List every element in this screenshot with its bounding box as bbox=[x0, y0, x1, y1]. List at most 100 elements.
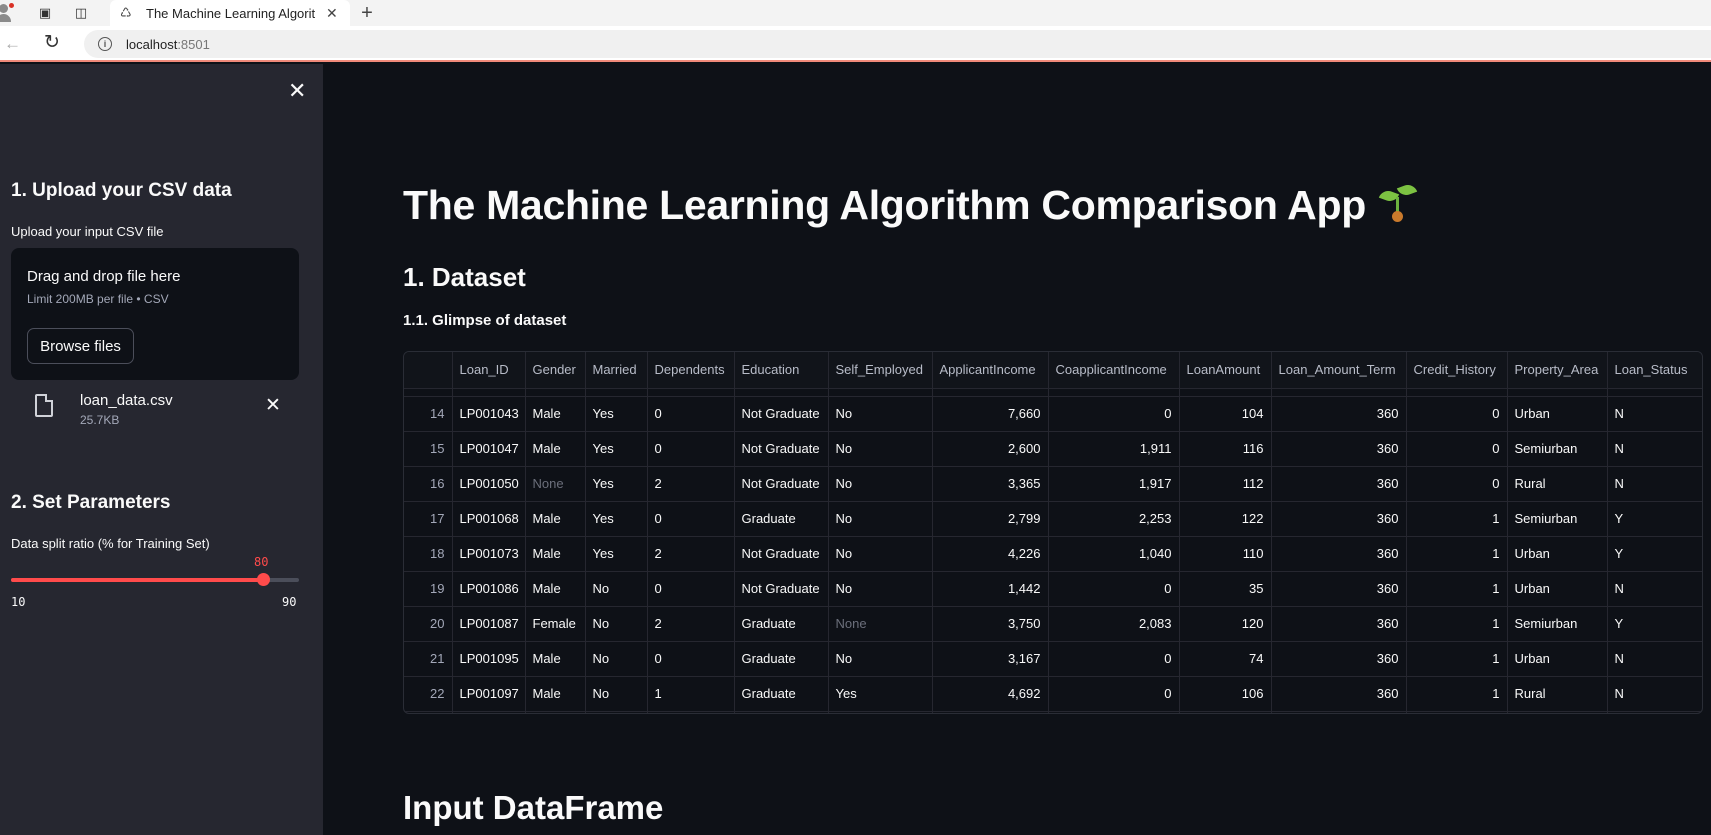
reload-icon[interactable]: ↻ bbox=[44, 31, 60, 54]
slider-label: Data split ratio (% for Training Set) bbox=[11, 536, 210, 551]
table-cell: 110 bbox=[1179, 536, 1272, 572]
table-cell: LP001073 bbox=[452, 536, 526, 572]
table-cell: 4,692 bbox=[932, 676, 1049, 712]
table-cell: LP001087 bbox=[452, 606, 526, 642]
table-cell: LP001095 bbox=[452, 641, 526, 677]
browse-files-button[interactable]: Browse files bbox=[27, 328, 134, 364]
table-cell: Not Graduate bbox=[734, 536, 829, 572]
table-cell: Graduate bbox=[734, 606, 829, 642]
table-row[interactable]: 15 LP001047 Male Yes 0 Not Graduate No 2,600 1,9… bbox=[404, 431, 1702, 467]
column-header-loanamount[interactable]: LoanAmount bbox=[1179, 352, 1272, 389]
browser-tab-active[interactable]: ♺ The Machine Learning Algorithm ✕ bbox=[110, 0, 350, 26]
table-cell: Semiurban bbox=[1507, 606, 1608, 642]
table-cell: Male bbox=[525, 641, 586, 677]
table-cell: 360 bbox=[1271, 571, 1407, 607]
new-tab-icon[interactable]: + bbox=[356, 0, 378, 26]
table-row[interactable]: 20 LP001087 Female No 2 Graduate None 3,750 2,08… bbox=[404, 606, 1702, 642]
table-cell: Urban bbox=[1507, 536, 1608, 572]
table-row[interactable]: 19 LP001086 Male No 0 Not Graduate No 1,442 0 35 3… bbox=[404, 571, 1702, 607]
tab-close-icon[interactable]: ✕ bbox=[326, 5, 338, 22]
table-cell: 112 bbox=[1179, 466, 1272, 502]
table-cell: 35 bbox=[1179, 571, 1272, 607]
table-row[interactable]: 17 LP001068 Male Yes 0 Graduate No 2,799 2,253 12… bbox=[404, 501, 1702, 537]
table-cell: 1,917 bbox=[1048, 466, 1180, 502]
url-text: localhost:8501 bbox=[126, 36, 210, 52]
profile-icon[interactable] bbox=[0, 3, 18, 23]
table-cell: 2 bbox=[647, 606, 735, 642]
url-input[interactable]: i localhost:8501 bbox=[84, 30, 1711, 58]
column-header-dependents[interactable]: Dependents bbox=[647, 352, 735, 389]
table-cell: No bbox=[828, 466, 933, 502]
file-dropzone[interactable]: Drag and drop file here Limit 200MB per … bbox=[11, 248, 299, 380]
column-header-loan-id[interactable]: Loan_ID bbox=[452, 352, 526, 389]
table-cell: 360 bbox=[1271, 431, 1407, 467]
sidebar-close-icon[interactable]: ✕ bbox=[288, 78, 306, 104]
dataframe-table[interactable]: Loan_ID Gender Married Dependents Education S… bbox=[403, 351, 1703, 714]
row-index: 17 bbox=[404, 501, 453, 537]
dropzone-limit: Limit 200MB per file • CSV bbox=[27, 292, 169, 306]
column-header-index[interactable] bbox=[404, 352, 453, 389]
table-cell: N bbox=[1607, 641, 1702, 677]
table-header-row: Loan_ID Gender Married Dependents Education S… bbox=[404, 352, 1702, 389]
row-index: 15 bbox=[404, 431, 453, 467]
table-cell: N bbox=[1607, 431, 1702, 467]
column-header-property-area[interactable]: Property_Area bbox=[1507, 352, 1608, 389]
table-cell: 3,750 bbox=[932, 606, 1049, 642]
table-row[interactable]: 18 LP001073 Male Yes 2 Not Graduate No 4,226 1,0… bbox=[404, 536, 1702, 572]
column-header-loan-amount-term[interactable]: Loan_Amount_Term bbox=[1271, 352, 1407, 389]
table-cell: Yes bbox=[828, 676, 933, 712]
table-row-partial bbox=[404, 388, 1702, 397]
table-cell: Male bbox=[525, 396, 586, 432]
table-cell: LP001086 bbox=[452, 571, 526, 607]
table-cell: Rural bbox=[1507, 676, 1608, 712]
table-cell: Rural bbox=[1507, 466, 1608, 502]
column-header-credit-history[interactable]: Credit_History bbox=[1406, 352, 1508, 389]
back-arrow-icon[interactable]: ← bbox=[4, 34, 21, 54]
column-header-coapplicantincome[interactable]: CoapplicantIncome bbox=[1048, 352, 1180, 389]
input-dataframe-heading: Input DataFrame bbox=[403, 789, 664, 826]
table-row[interactable]: 21 LP001095 Male No 0 Graduate No 3,167 0 74 360 1 U… bbox=[404, 641, 1702, 677]
table-cell: N bbox=[1607, 466, 1702, 502]
vertical-tabs-icon[interactable]: ◫ bbox=[70, 3, 92, 23]
column-header-education[interactable]: Education bbox=[734, 352, 829, 389]
tab-title: The Machine Learning Algorithm bbox=[146, 5, 316, 21]
split-ratio-slider[interactable]: 80 bbox=[11, 555, 299, 586]
table-cell: 1,442 bbox=[932, 571, 1049, 607]
table-row[interactable]: 23LP001098MaleYes0GraduateNo3,5001,66711… bbox=[404, 711, 1702, 713]
table-cell: Yes bbox=[585, 431, 648, 467]
table-cell: 120 bbox=[1179, 606, 1272, 642]
table-row[interactable]: 22 LP001097 Male No 1 Graduate Yes 4,692 0 106 360… bbox=[404, 676, 1702, 712]
table-cell: 106 bbox=[1179, 676, 1272, 712]
table-cell: Semiurban bbox=[1507, 431, 1608, 467]
table-cell: No bbox=[585, 641, 648, 677]
table-row[interactable]: 14 LP001043 Male Yes 0 Not Graduate No 7,660 0 10… bbox=[404, 396, 1702, 432]
remove-file-icon[interactable]: ✕ bbox=[265, 394, 281, 417]
site-info-icon[interactable]: i bbox=[98, 37, 112, 51]
table-cell: None bbox=[828, 606, 933, 642]
table-cell: 2,083 bbox=[1048, 606, 1180, 642]
table-cell: LP001097 bbox=[452, 676, 526, 712]
table-cell: 0 bbox=[1048, 396, 1180, 432]
column-header-gender[interactable]: Gender bbox=[525, 352, 586, 389]
table-cell: No bbox=[828, 641, 933, 677]
column-header-self-employed[interactable]: Self_Employed bbox=[828, 352, 933, 389]
column-header-loan-status[interactable]: Loan_Status bbox=[1607, 352, 1702, 389]
table-cell: LP001043 bbox=[452, 396, 526, 432]
column-header-married[interactable]: Married bbox=[585, 352, 648, 389]
table-cell: 2,600 bbox=[932, 431, 1049, 467]
table-cell: Y bbox=[1607, 536, 1702, 572]
table-row[interactable]: 16 LP001050 None Yes 2 Not Graduate No 3,365 1,9… bbox=[404, 466, 1702, 502]
table-cell: 0 bbox=[647, 501, 735, 537]
slider-thumb[interactable] bbox=[257, 573, 270, 586]
file-name: loan_data.csv bbox=[80, 392, 173, 409]
column-header-applicantincome[interactable]: ApplicantIncome bbox=[932, 352, 1049, 389]
table-cell: 360 bbox=[1271, 711, 1407, 713]
table-cell: Y bbox=[1607, 501, 1702, 537]
table-cell: 4,226 bbox=[932, 536, 1049, 572]
collections-icon[interactable]: ▣ bbox=[34, 3, 56, 23]
page-title: The Machine Learning Algorithm Compariso… bbox=[403, 182, 1418, 229]
upload-section-title: 1. Upload your CSV data bbox=[11, 180, 232, 201]
table-cell: Yes bbox=[585, 501, 648, 537]
table-cell: 360 bbox=[1271, 641, 1407, 677]
table-cell: Not Graduate bbox=[734, 396, 829, 432]
